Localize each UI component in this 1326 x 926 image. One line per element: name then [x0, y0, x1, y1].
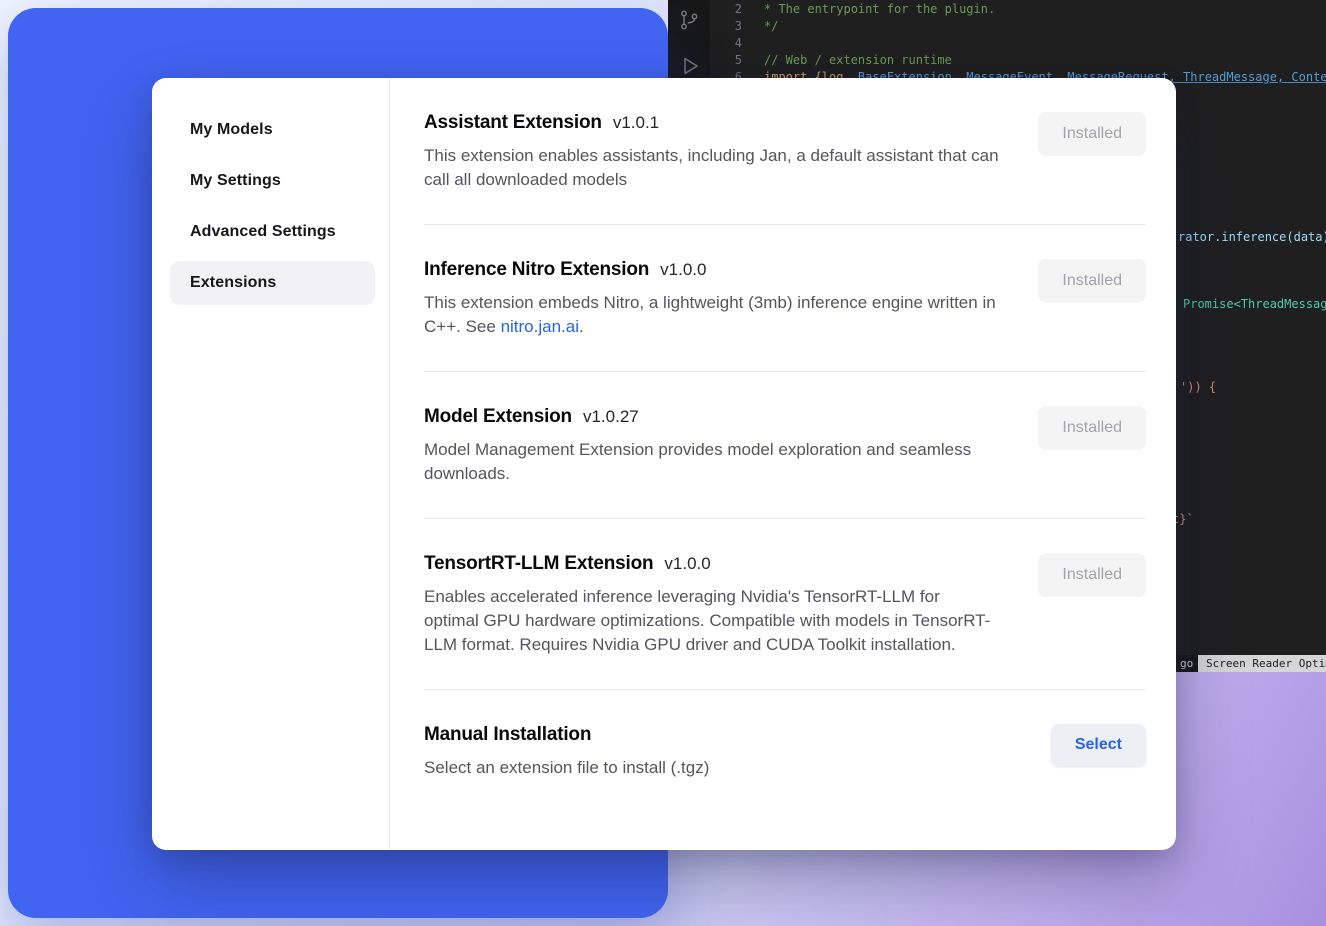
sidebar-item-extensions[interactable]: Extensions [170, 261, 375, 305]
extension-name: TensortRT-LLM Extension [424, 553, 653, 575]
line-number: 2 [710, 1, 742, 18]
extension-name: Assistant Extension [424, 112, 602, 134]
line-number: 3 [710, 18, 742, 35]
manual-installation-description: Select an extension file to install (.tg… [424, 756, 709, 780]
section-title: Manual Installation [424, 724, 591, 746]
sidebar-item-advanced-settings[interactable]: Advanced Settings [170, 210, 375, 254]
extension-version: v1.0.27 [583, 407, 639, 427]
extension-version: v1.0.1 [613, 113, 659, 133]
code-line: 3 */ [710, 18, 1326, 35]
sidebar-item-label: Extensions [190, 274, 276, 292]
select-file-button[interactable]: Select [1051, 724, 1146, 766]
settings-sidebar: My Models My Settings Advanced Settings … [152, 78, 390, 850]
sidebar-item-label: My Settings [190, 172, 281, 190]
settings-modal: My Models My Settings Advanced Settings … [152, 78, 1176, 850]
code-line: 4 [710, 35, 1326, 52]
extension-row-model: Model Extension v1.0.27 Model Management… [424, 371, 1146, 518]
extension-title: TensortRT-LLM Extension v1.0.0 [424, 553, 999, 575]
extension-info: Inference Nitro Extension v1.0.0 This ex… [424, 259, 999, 339]
code-area: 2 * The entrypoint for the plugin. 3 */ … [710, 1, 1326, 86]
installed-button[interactable]: Installed [1038, 406, 1146, 450]
extension-name: Inference Nitro Extension [424, 259, 649, 281]
code-text: // Web / extension runtime [764, 52, 952, 69]
extensions-list: Assistant Extension v1.0.1 This extensio… [390, 78, 1176, 850]
extension-row-assistant: Assistant Extension v1.0.1 This extensio… [424, 110, 1146, 224]
code-text: * The entrypoint for the plugin. [764, 1, 995, 18]
screen-reader-status-item[interactable]: Screen Reader Optimized [1198, 655, 1326, 672]
nitro-jan-ai-link[interactable]: nitro.jan.ai [501, 317, 579, 336]
extension-description: This extension embeds Nitro, a lightweig… [424, 291, 999, 339]
extension-name: Model Extension [424, 406, 572, 428]
extension-info: Assistant Extension v1.0.1 This extensio… [424, 112, 999, 192]
extension-info: Manual Installation Select an extension … [424, 724, 709, 780]
sidebar-item-my-settings[interactable]: My Settings [170, 159, 375, 203]
extension-version: v1.0.0 [664, 554, 710, 574]
code-text: */ [764, 18, 778, 35]
sidebar-item-label: My Models [190, 121, 273, 139]
status-item[interactable]: go [1180, 655, 1193, 672]
extension-info: Model Extension v1.0.27 Model Management… [424, 406, 999, 486]
code-fragment: ')) { [1180, 379, 1216, 395]
description-text: . [579, 317, 584, 336]
extension-title: Inference Nitro Extension v1.0.0 [424, 259, 999, 281]
line-number: 5 [710, 52, 742, 69]
sidebar-item-my-models[interactable]: My Models [170, 108, 375, 152]
extension-row-inference-nitro: Inference Nitro Extension v1.0.0 This ex… [424, 224, 1146, 371]
code-line: 2 * The entrypoint for the plugin. [710, 1, 1326, 18]
manual-installation-title: Manual Installation [424, 724, 709, 746]
extension-description: Model Management Extension provides mode… [424, 438, 999, 486]
source-control-icon[interactable] [677, 8, 701, 32]
installed-button[interactable]: Installed [1038, 553, 1146, 597]
installed-button[interactable]: Installed [1038, 259, 1146, 303]
line-number: 4 [710, 35, 742, 52]
installed-button[interactable]: Installed [1038, 112, 1146, 156]
desktop: 2 * The entrypoint for the plugin. 3 */ … [0, 0, 1326, 926]
code-line: 5 // Web / extension runtime [710, 52, 1326, 69]
code-fragment: Promise<ThreadMessage> [1183, 296, 1326, 312]
extension-description: This extension enables assistants, inclu… [424, 144, 999, 192]
manual-installation-row: Manual Installation Select an extension … [424, 689, 1146, 812]
extension-title: Model Extension v1.0.27 [424, 406, 999, 428]
extension-info: TensortRT-LLM Extension v1.0.0 Enables a… [424, 553, 999, 657]
extension-row-tensorrt-llm: TensortRT-LLM Extension v1.0.0 Enables a… [424, 518, 1146, 689]
extension-version: v1.0.0 [660, 260, 706, 280]
sidebar-item-label: Advanced Settings [190, 223, 336, 241]
extension-title: Assistant Extension v1.0.1 [424, 112, 999, 134]
run-debug-icon[interactable] [677, 54, 701, 78]
extension-description: Enables accelerated inference leveraging… [424, 585, 999, 657]
code-fragment: rator.inference(data)); [1178, 229, 1326, 245]
